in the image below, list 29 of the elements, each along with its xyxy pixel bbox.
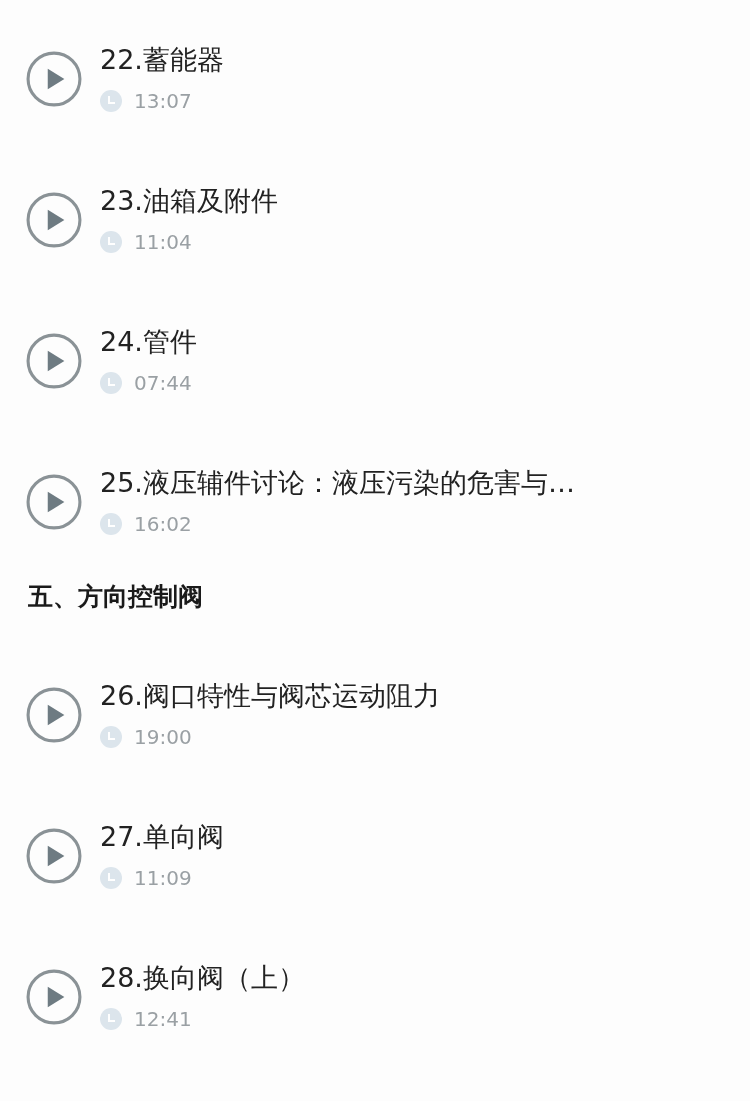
- lesson-title[interactable]: 26.阀口特性与阀芯运动阻力: [100, 676, 440, 715]
- clock-icon: [100, 866, 122, 889]
- lesson-duration: 12:41: [134, 1006, 192, 1031]
- lesson-duration: 16:02: [134, 511, 192, 536]
- play-icon[interactable]: [26, 968, 82, 1025]
- lesson-duration: 11:09: [134, 865, 192, 890]
- clock-icon: [100, 89, 122, 112]
- lesson-title[interactable]: 23.油箱及附件: [100, 181, 278, 220]
- play-icon[interactable]: [26, 191, 82, 248]
- play-icon[interactable]: [26, 50, 82, 107]
- play-icon[interactable]: [26, 473, 82, 530]
- lesson-title[interactable]: 22.蓄能器: [100, 40, 224, 79]
- play-icon[interactable]: [26, 827, 82, 884]
- clock-icon: [100, 371, 122, 394]
- play-icon[interactable]: [26, 686, 82, 743]
- lesson-title[interactable]: 28.换向阀（上）: [100, 958, 305, 997]
- clock-icon: [100, 1007, 122, 1030]
- lesson-duration: 19:00: [134, 724, 192, 749]
- lesson-duration: 11:04: [134, 229, 192, 254]
- clock-icon: [100, 512, 122, 535]
- clock-icon: [100, 725, 122, 748]
- lesson-duration: 13:07: [134, 88, 192, 113]
- lesson-duration: 07:44: [134, 370, 192, 395]
- lesson-title[interactable]: 27.单向阀: [100, 817, 224, 856]
- lesson-title[interactable]: 24.管件: [100, 322, 197, 361]
- lesson-title[interactable]: 25.液压辅件讨论：液压污染的危害与…: [100, 463, 575, 502]
- section-heading: 五、方向控制阀: [28, 581, 203, 613]
- play-icon[interactable]: [26, 332, 82, 389]
- clock-icon: [100, 230, 122, 253]
